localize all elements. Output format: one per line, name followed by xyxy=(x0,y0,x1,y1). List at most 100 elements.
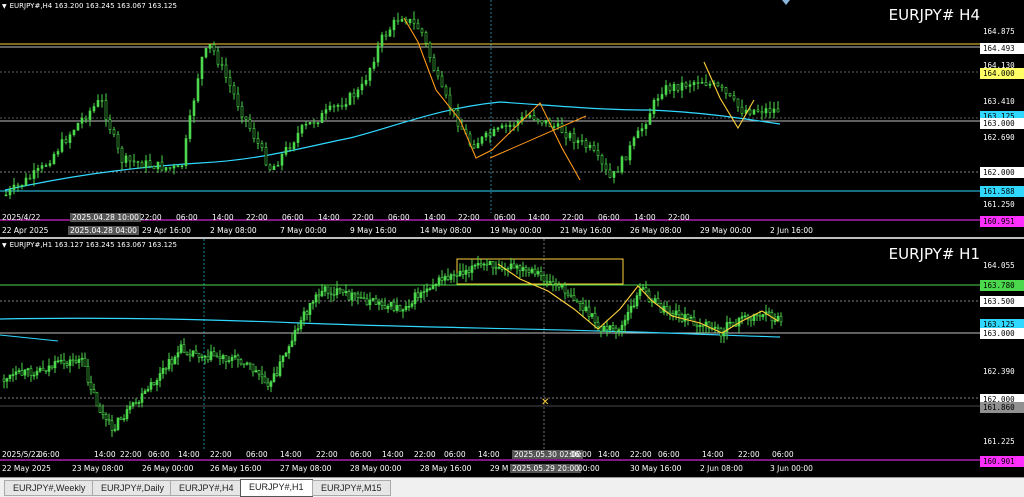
candle xyxy=(257,370,261,375)
h4-chart-pane[interactable]: ▼ EURJPY#,H4 163.200 163.245 163.067 163.… xyxy=(0,0,1024,237)
price-label: 161.250 xyxy=(983,200,1015,209)
time-tick-label: 14:00 xyxy=(702,450,724,459)
candle xyxy=(545,280,549,283)
candle xyxy=(108,119,112,130)
time-tick-label: 26 May 16:00 xyxy=(210,464,262,473)
h4-chart-canvas[interactable] xyxy=(0,0,1024,237)
candle xyxy=(743,315,747,318)
candle xyxy=(280,153,284,166)
candle xyxy=(350,292,354,301)
candle xyxy=(176,165,180,168)
price-label: 164.055 xyxy=(983,261,1015,270)
h1-chart-title: EURJPY# H1 xyxy=(888,245,980,263)
candle xyxy=(368,68,372,81)
candle xyxy=(648,113,652,125)
candle xyxy=(755,314,759,316)
candle xyxy=(584,306,588,312)
candle xyxy=(272,373,276,382)
candle xyxy=(632,305,636,308)
candle xyxy=(472,144,476,149)
candle xyxy=(677,310,681,316)
candle xyxy=(508,124,512,127)
candle xyxy=(773,320,777,322)
candle xyxy=(16,184,20,187)
time-tick-label: 22:00 xyxy=(316,450,338,459)
candle xyxy=(641,287,645,290)
candle xyxy=(628,145,632,161)
candle xyxy=(276,164,280,167)
time-tick-label: 22:00 xyxy=(120,450,142,459)
candle xyxy=(71,359,75,362)
candle xyxy=(56,151,60,155)
candle xyxy=(455,275,459,277)
candle xyxy=(244,116,248,120)
candle xyxy=(632,137,636,146)
candle xyxy=(413,292,417,305)
candle xyxy=(95,392,99,407)
candle xyxy=(143,390,147,394)
candle xyxy=(300,124,304,134)
tab-eurjpyh4[interactable]: EURJPY#,H4 xyxy=(170,480,243,496)
h4-time-axis-lower: 22 Apr 2025 2025.04.28 04:00 29 Apr 16:00 2… xyxy=(0,226,980,237)
candle xyxy=(260,143,264,148)
time-tick-label: 22:00 xyxy=(458,213,480,222)
tab-eurjpyh1[interactable]: EURJPY#,H1 xyxy=(240,479,313,497)
candle xyxy=(412,18,416,24)
candle xyxy=(443,275,447,281)
tab-eurjpyweekly[interactable]: EURJPY#,Weekly xyxy=(4,480,95,496)
time-tick-label: 2025/5/22 xyxy=(2,450,41,459)
candle xyxy=(674,310,678,316)
candle xyxy=(728,93,732,97)
dropdown-triangle-icon[interactable]: ▼ xyxy=(2,3,7,10)
h1-chart-canvas[interactable]: ✕ xyxy=(0,239,1024,477)
candle xyxy=(653,298,657,303)
time-tick-label: 29 M xyxy=(490,464,509,473)
candle xyxy=(8,374,12,379)
tab-eurjpym15[interactable]: EURJPY#,M15 xyxy=(312,480,391,496)
candle xyxy=(485,263,489,266)
candle xyxy=(218,356,222,360)
candle xyxy=(256,138,260,144)
time-tick-label: 28 May 00:00 xyxy=(350,464,402,473)
candle xyxy=(8,189,12,196)
h4-chart-title: EURJPY# H4 xyxy=(888,6,980,24)
candle xyxy=(368,299,372,306)
candle xyxy=(521,267,525,272)
candle xyxy=(240,106,244,118)
candle xyxy=(340,104,344,107)
candle xyxy=(191,350,195,357)
price-label: 164.000 xyxy=(980,68,1024,79)
candle xyxy=(437,277,441,285)
candle xyxy=(638,289,642,296)
candle xyxy=(96,100,100,107)
candle xyxy=(431,285,435,289)
price-label: 161.225 xyxy=(983,437,1015,446)
price-label: 163.780 xyxy=(980,280,1024,291)
candle xyxy=(572,132,576,144)
dropdown-triangle-icon[interactable]: ▼ xyxy=(2,242,7,249)
candle xyxy=(416,292,420,298)
h1-chart-pane[interactable]: ✕ ▼ EURJPY#,H1 163.127 163.245 163.067 16… xyxy=(0,237,1024,477)
candle xyxy=(89,381,93,390)
time-tick-label: 22:00 xyxy=(668,213,690,222)
candle xyxy=(384,34,388,37)
candle xyxy=(419,292,423,298)
candle xyxy=(86,366,90,383)
candle xyxy=(50,365,54,369)
candle xyxy=(554,284,558,286)
candle xyxy=(724,87,728,94)
time-tick-label: 06:00 xyxy=(176,213,198,222)
candle xyxy=(197,352,201,358)
candle xyxy=(296,132,300,143)
candle xyxy=(28,177,32,180)
candle xyxy=(428,288,432,290)
tab-eurjpydaily[interactable]: EURJPY#,Daily xyxy=(92,480,174,496)
candle xyxy=(56,360,60,363)
candle xyxy=(473,264,477,267)
candle xyxy=(380,301,384,306)
candle xyxy=(497,267,501,269)
candle xyxy=(700,82,704,84)
candle xyxy=(23,369,27,376)
candle xyxy=(76,122,80,131)
time-tick-label: 22:00 xyxy=(352,213,374,222)
